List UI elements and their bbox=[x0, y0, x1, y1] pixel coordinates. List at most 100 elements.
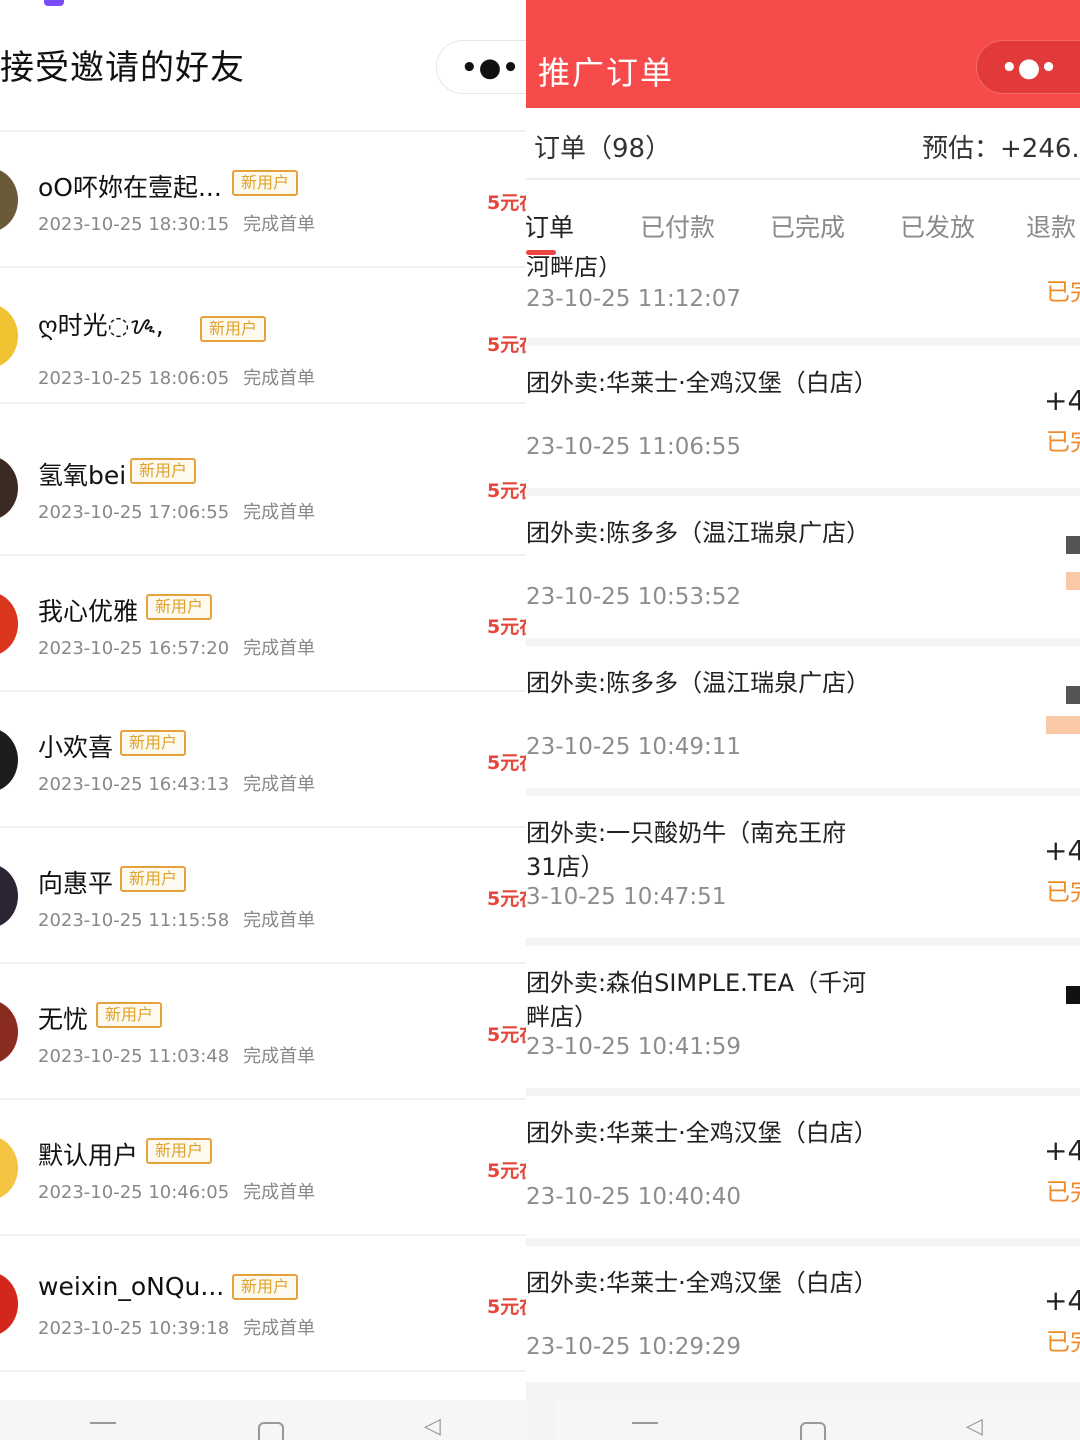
order-store-name: 团外卖:华莱士·全鸡汉堡（白店） bbox=[526, 1119, 878, 1147]
order-store-name: 团外卖:陈多多（温江瑞泉广店） bbox=[526, 519, 871, 547]
status-bar bbox=[0, 0, 548, 14]
order-amount: +4 bbox=[1044, 1134, 1080, 1167]
friend-row[interactable]: ღ时光◌ᝰ, 新用户 2023-10-25 18:06:05 完成首单 5元在 bbox=[0, 268, 548, 404]
order-row[interactable]: 团外卖:华莱士·全鸡汉堡（白店） 23-10-25 11:06:55 +4 已完 bbox=[526, 346, 1080, 488]
join-time: 2023-10-25 11:15:58 bbox=[38, 910, 230, 931]
order-store-name: 团外卖:森伯SIMPLE.TEA（千河畔店） bbox=[526, 969, 866, 1031]
join-time: 2023-10-25 17:06:55 bbox=[38, 502, 230, 523]
friend-name: ღ时光◌ᝰ, bbox=[38, 311, 164, 340]
friend-row[interactable]: weixin_oNQu... 新用户 2023-10-25 10:39:18 完成首单… bbox=[0, 1236, 548, 1372]
friend-row[interactable]: 氢氧bei 新用户 2023-10-25 17:06:55 完成首单 5元在 bbox=[0, 420, 548, 556]
order-time: 23-10-25 10:29:29 bbox=[526, 1334, 742, 1360]
friend-meta: 2023-10-25 10:46:05 完成首单 bbox=[38, 1178, 315, 1204]
friend-meta: 2023-10-25 11:03:48 完成首单 bbox=[38, 1042, 315, 1068]
friend-status: 完成首单 bbox=[243, 502, 316, 523]
friend-row[interactable]: 无忧 新用户 2023-10-25 11:03:48 完成首单 5元在 bbox=[0, 964, 548, 1100]
avatar bbox=[0, 304, 18, 368]
tab-completed[interactable]: 已完成 bbox=[770, 208, 845, 244]
friend-meta: 2023-10-25 16:57:20 完成首单 bbox=[38, 634, 315, 660]
estimated-earnings: 预估：+246.2 bbox=[922, 134, 1080, 164]
avatar bbox=[0, 728, 18, 792]
friend-status: 完成首单 bbox=[243, 638, 316, 659]
friend-status: 完成首单 bbox=[243, 1182, 316, 1203]
order-time: 23-10-25 10:40:40 bbox=[526, 1184, 742, 1210]
more-dots-icon: •●• bbox=[1001, 53, 1057, 83]
more-menu-button[interactable]: •●• bbox=[976, 40, 1080, 94]
order-row[interactable]: 河畔店） 23-10-25 11:12:07 已完 bbox=[526, 256, 1080, 338]
join-time: 2023-10-25 18:30:15 bbox=[38, 214, 230, 235]
order-row[interactable]: 团外卖:华莱士·全鸡汉堡（白店） 23-10-25 10:29:29 +4 已完 bbox=[526, 1246, 1080, 1382]
friend-row[interactable]: oO吥妳在壹起... 新用户 2023-10-25 18:30:15 完成首单 5元在 bbox=[0, 132, 548, 268]
join-time: 2023-10-25 16:43:13 bbox=[38, 774, 230, 795]
order-row[interactable]: 团外卖:森伯SIMPLE.TEA（千河畔店） 23-10-25 10:41:59 bbox=[526, 946, 1080, 1088]
home-icon[interactable] bbox=[258, 1422, 284, 1440]
recent-apps-icon[interactable] bbox=[632, 1422, 658, 1440]
order-status: 已完 bbox=[1046, 278, 1080, 306]
friend-status: 完成首单 bbox=[243, 1046, 316, 1067]
new-user-badge: 新用户 bbox=[146, 594, 213, 620]
friends-panel: 接受邀请的好友 •●• oO吥妳在壹起... 新用户 2023-10-25 18:3… bbox=[0, 0, 548, 1440]
order-time: 23-10-25 10:41:59 bbox=[526, 1034, 742, 1060]
order-summary: 订单（98） 预估：+246.2 bbox=[526, 108, 1080, 180]
friend-name: 默认用户 bbox=[38, 1141, 139, 1170]
friend-status: 完成首单 bbox=[243, 774, 316, 795]
order-amount: +4 bbox=[1044, 384, 1080, 417]
order-status: 已完 bbox=[1046, 878, 1080, 906]
new-user-badge: 新用户 bbox=[232, 1274, 299, 1300]
new-user-badge: 新用户 bbox=[120, 730, 187, 756]
order-time: 23-10-25 10:49:11 bbox=[526, 734, 742, 760]
order-store-name: 团外卖:华莱士·全鸡汉堡（白店） bbox=[526, 1269, 878, 1297]
order-amount: +4 bbox=[1044, 1284, 1080, 1317]
order-store-name: 团外卖:陈多多（温江瑞泉广店） bbox=[526, 669, 871, 697]
friend-row[interactable]: 向惠平 新用户 2023-10-25 11:15:58 完成首单 5元在 bbox=[0, 828, 548, 964]
friend-status: 完成首单 bbox=[243, 214, 316, 235]
tab-refund[interactable]: 退款 bbox=[1026, 208, 1076, 244]
friend-meta: 2023-10-25 18:06:05 完成首单 bbox=[38, 364, 315, 390]
new-user-badge: 新用户 bbox=[96, 1002, 163, 1028]
order-status: 已完 bbox=[1046, 1328, 1080, 1356]
back-icon[interactable]: ◁ bbox=[966, 1414, 983, 1439]
avatar bbox=[0, 1272, 18, 1336]
friend-name: oO吥妳在壹起... bbox=[38, 173, 222, 202]
friend-name: weixin_oNQu... bbox=[38, 1272, 225, 1301]
page-title: 接受邀请的好友 bbox=[0, 48, 245, 88]
friend-row[interactable]: 默认用户 新用户 2023-10-25 10:46:05 完成首单 5元在 bbox=[0, 1100, 548, 1236]
blurred-thumbnail bbox=[1066, 986, 1080, 1004]
orders-panel: 推广订单 •●• 订单（98） 预估：+246.2 订单 已付款 已完成 已发放… bbox=[526, 0, 1080, 1440]
friend-row[interactable]: 小欢喜 新用户 2023-10-25 16:43:13 完成首单 5元在 bbox=[0, 692, 548, 828]
join-time: 2023-10-25 18:06:05 bbox=[38, 368, 230, 389]
blurred-thumbnail bbox=[1066, 686, 1080, 704]
friend-status: 完成首单 bbox=[243, 1318, 316, 1339]
order-time: 23-10-25 11:12:07 bbox=[526, 286, 742, 312]
avatar bbox=[0, 864, 18, 928]
order-row[interactable]: 团外卖:陈多多（温江瑞泉广店） 23-10-25 10:49:11 bbox=[526, 646, 1080, 788]
new-user-badge: 新用户 bbox=[130, 458, 197, 484]
system-nav-bar: ◁ bbox=[556, 1400, 1080, 1440]
friend-meta: 2023-10-25 11:15:58 完成首单 bbox=[38, 906, 315, 932]
system-nav-bar: ◁ bbox=[0, 1400, 548, 1440]
friend-name: 氢氧bei bbox=[38, 461, 127, 490]
join-time: 2023-10-25 10:39:18 bbox=[38, 1318, 230, 1339]
order-row[interactable]: 团外卖:陈多多（温江瑞泉广店） 23-10-25 10:53:52 bbox=[526, 496, 1080, 638]
tab-paid[interactable]: 已付款 bbox=[640, 208, 715, 244]
join-time: 2023-10-25 10:46:05 bbox=[38, 1182, 230, 1203]
order-time: 23-10-25 11:06:55 bbox=[526, 434, 742, 460]
new-user-badge: 新用户 bbox=[232, 170, 299, 196]
friend-status: 完成首单 bbox=[243, 368, 316, 389]
join-time: 2023-10-25 11:03:48 bbox=[38, 1046, 230, 1067]
friend-meta: 2023-10-25 18:30:15 完成首单 bbox=[38, 210, 315, 236]
home-icon[interactable] bbox=[800, 1422, 826, 1440]
recent-apps-icon[interactable] bbox=[90, 1422, 116, 1440]
tab-orders[interactable]: 订单 bbox=[526, 208, 574, 244]
avatar bbox=[0, 592, 18, 656]
order-row[interactable]: 团外卖:华莱士·全鸡汉堡（白店） 23-10-25 10:40:40 +4 已完 bbox=[526, 1096, 1080, 1238]
friend-row[interactable]: 我心优雅 新用户 2023-10-25 16:57:20 完成首单 5元在 bbox=[0, 556, 548, 692]
order-store-name: 河畔店） bbox=[526, 256, 622, 281]
back-icon[interactable]: ◁ bbox=[424, 1414, 441, 1439]
order-status: 已完 bbox=[1046, 1178, 1080, 1206]
tab-issued[interactable]: 已发放 bbox=[900, 208, 975, 244]
friend-name: 小欢喜 bbox=[38, 733, 114, 762]
order-row[interactable]: 团外卖:一只酸奶牛（南充王府31店） 3-10-25 10:47:51 +4 已完 bbox=[526, 796, 1080, 938]
friend-meta: 2023-10-25 17:06:55 完成首单 bbox=[38, 498, 315, 524]
blurred-thumbnail bbox=[1066, 536, 1080, 554]
